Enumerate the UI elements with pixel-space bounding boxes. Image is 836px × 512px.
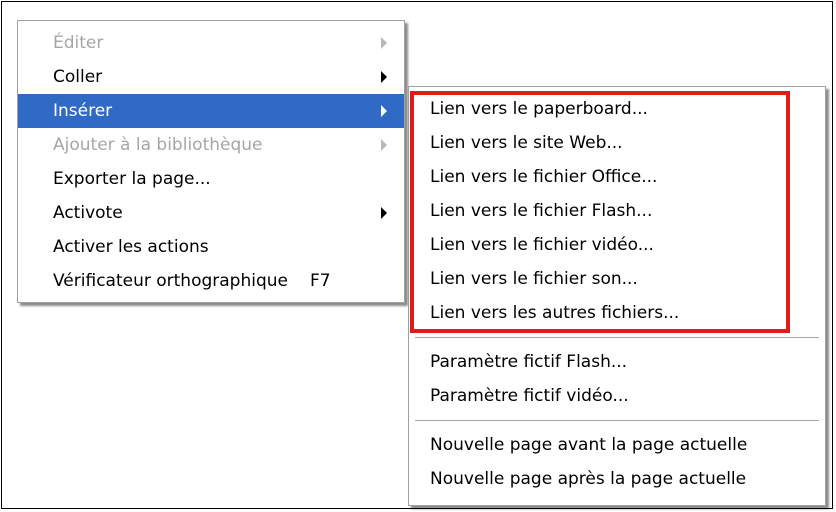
menu-item-exporter-page[interactable]: Exporter la page... xyxy=(18,162,404,196)
menu-item-verificateur-orthographique[interactable]: Vérificateur orthographique F7 xyxy=(18,264,404,298)
submenu-item-nouvelle-page-apres[interactable]: Nouvelle page après la page actuelle xyxy=(409,462,825,496)
menu-item-label: Coller xyxy=(53,67,103,87)
submenu-item-lien-fichier-flash[interactable]: Lien vers le fichier Flash... xyxy=(409,194,825,228)
menu-item-label: Vérificateur orthographique xyxy=(53,271,288,291)
submenu-item-lien-paperboard[interactable]: Lien vers le paperboard... xyxy=(409,92,825,126)
submenu-item-parametre-fictif-flash[interactable]: Paramètre fictif Flash... xyxy=(409,345,825,379)
menu-item-activer-actions[interactable]: Activer les actions xyxy=(18,230,404,264)
menu-item-label: Activote xyxy=(53,203,123,223)
submenu-item-label: Lien vers le fichier Flash... xyxy=(430,201,653,221)
submenu-item-label: Nouvelle page avant la page actuelle xyxy=(430,435,748,455)
submenu-item-lien-fichier-office[interactable]: Lien vers le fichier Office... xyxy=(409,160,825,194)
menu-item-label: Éditer xyxy=(53,33,104,53)
submenu-arrow-icon xyxy=(381,37,387,49)
menu-item-coller[interactable]: Coller xyxy=(18,60,404,94)
menu-item-ajouter-bibliotheque[interactable]: Ajouter à la bibliothèque xyxy=(18,128,404,162)
submenu-item-label: Lien vers le fichier vidéo... xyxy=(430,235,654,255)
submenu-arrow-icon xyxy=(381,139,387,151)
submenu-item-parametre-fictif-video[interactable]: Paramètre fictif vidéo... xyxy=(409,379,825,413)
menu-item-editer[interactable]: Éditer xyxy=(18,26,404,60)
submenu-item-label: Lien vers le fichier Office... xyxy=(430,167,658,187)
submenu-arrow-icon xyxy=(381,207,387,219)
submenu-item-lien-autres-fichiers[interactable]: Lien vers les autres fichiers... xyxy=(409,296,825,330)
submenu-arrow-icon xyxy=(381,71,387,83)
submenu-item-label: Lien vers le fichier son... xyxy=(430,269,638,289)
submenu-item-nouvelle-page-avant[interactable]: Nouvelle page avant la page actuelle xyxy=(409,428,825,462)
submenu-item-label: Nouvelle page après la page actuelle xyxy=(430,469,747,489)
submenu-item-label: Lien vers les autres fichiers... xyxy=(430,303,680,323)
menu-item-label: Activer les actions xyxy=(53,237,209,257)
inserer-submenu: Lien vers le paperboard... Lien vers le … xyxy=(408,86,826,506)
submenu-item-label: Paramètre fictif vidéo... xyxy=(430,386,629,406)
submenu-item-label: Lien vers le paperboard... xyxy=(430,99,648,119)
menu-separator xyxy=(415,337,819,338)
menu-item-label: Insérer xyxy=(53,101,113,121)
menu-item-activote[interactable]: Activote xyxy=(18,196,404,230)
submenu-item-lien-site-web[interactable]: Lien vers le site Web... xyxy=(409,126,825,160)
submenu-item-lien-fichier-son[interactable]: Lien vers le fichier son... xyxy=(409,262,825,296)
submenu-arrow-icon xyxy=(381,105,387,117)
submenu-item-lien-fichier-video[interactable]: Lien vers le fichier vidéo... xyxy=(409,228,825,262)
submenu-item-label: Lien vers le site Web... xyxy=(430,133,623,153)
menu-item-label: Ajouter à la bibliothèque xyxy=(53,135,263,155)
context-menu: Éditer Coller Insérer Ajouter à la bibli… xyxy=(17,20,405,303)
menu-item-inserer[interactable]: Insérer xyxy=(18,94,404,128)
menu-item-shortcut: F7 xyxy=(310,271,331,291)
menu-item-label: Exporter la page... xyxy=(53,169,211,189)
menu-separator xyxy=(415,420,819,421)
submenu-item-label: Paramètre fictif Flash... xyxy=(430,352,628,372)
